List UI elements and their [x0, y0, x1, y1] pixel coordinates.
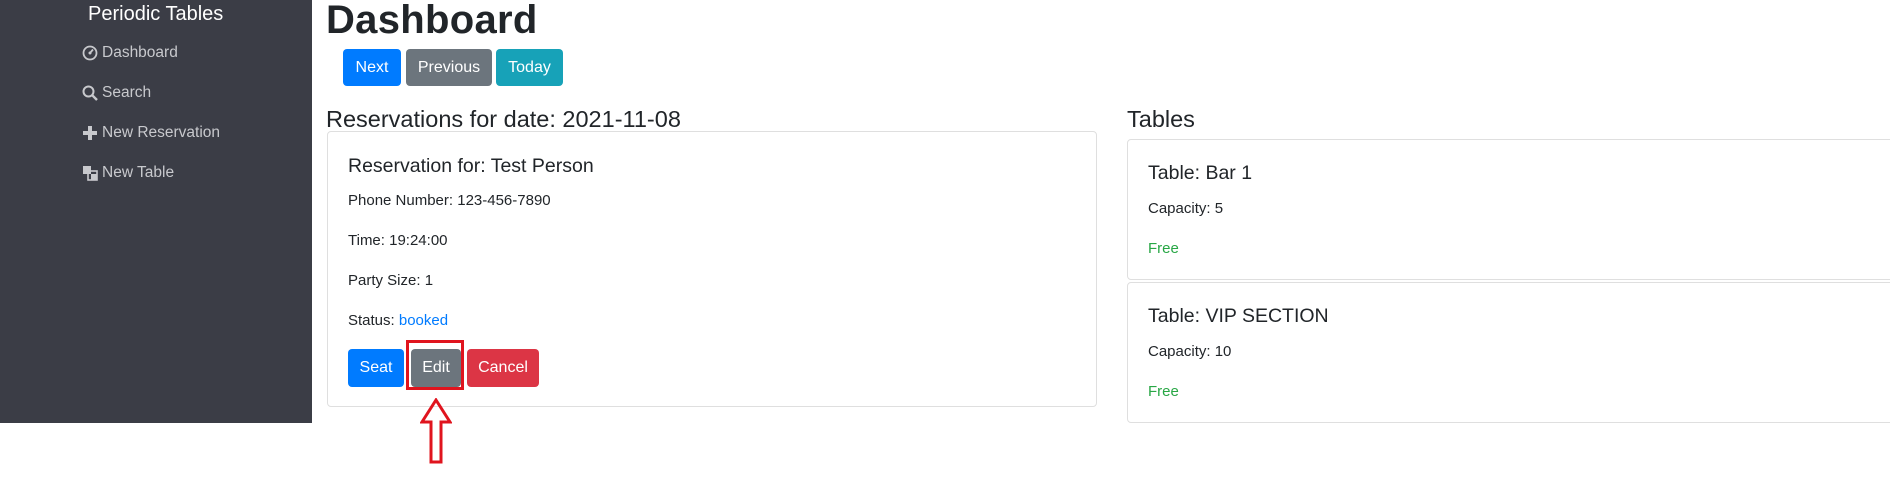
app-brand[interactable]: Periodic Tables	[88, 3, 223, 26]
status-label: Status:	[348, 312, 399, 329]
reservation-title: Reservation for: Test Person	[348, 155, 594, 177]
reservation-status: Status: booked	[348, 312, 448, 329]
table-capacity: Capacity: 5	[1148, 200, 1224, 217]
seat-button[interactable]: Seat	[348, 349, 404, 387]
up-arrow-icon	[420, 398, 452, 464]
status-value: booked	[398, 312, 449, 329]
sidebar-item-label: Dashboard	[102, 44, 178, 61]
table-card: Table: VIP SECTION Capacity: 10 Free	[1127, 282, 1890, 423]
edit-highlight-box	[406, 340, 464, 390]
table-title: Table: Bar 1	[1148, 162, 1253, 184]
page-title: Dashboard	[326, 0, 538, 42]
sidebar: Periodic Tables Dashboard Search New Res…	[0, 0, 312, 423]
sidebar-item-label: New Table	[102, 164, 175, 181]
reservation-phone: Phone Number: 123-456-7890	[348, 192, 551, 209]
reservations-heading: Reservations for date: 2021-11-08	[326, 106, 681, 132]
today-button[interactable]: Today	[496, 49, 563, 86]
cancel-button[interactable]: Cancel	[467, 349, 539, 387]
search-icon	[82, 85, 98, 101]
next-button[interactable]: Next	[343, 49, 401, 86]
table-card: Table: Bar 1 Capacity: 5 Free	[1127, 139, 1890, 280]
sidebar-item-search[interactable]: Search	[82, 84, 151, 102]
sidebar-item-dashboard[interactable]: Dashboard	[82, 44, 178, 62]
sidebar-item-new-reservation[interactable]: New Reservation	[82, 124, 220, 142]
previous-button[interactable]: Previous	[406, 49, 492, 86]
table-icon	[83, 166, 98, 181]
table-status: Free	[1148, 240, 1179, 257]
sidebar-item-new-table[interactable]: New Table	[82, 164, 174, 182]
plus-icon	[83, 126, 97, 140]
reservation-party-size: Party Size: 1	[348, 272, 434, 289]
reservation-time: Time: 19:24:00	[348, 232, 448, 249]
dashboard-icon	[82, 45, 98, 61]
table-capacity: Capacity: 10	[1148, 343, 1232, 360]
sidebar-item-label: Search	[102, 84, 152, 101]
tables-heading: Tables	[1127, 106, 1195, 132]
sidebar-item-label: New Reservation	[102, 124, 221, 141]
table-title: Table: VIP SECTION	[1148, 305, 1329, 327]
table-status: Free	[1148, 383, 1179, 400]
